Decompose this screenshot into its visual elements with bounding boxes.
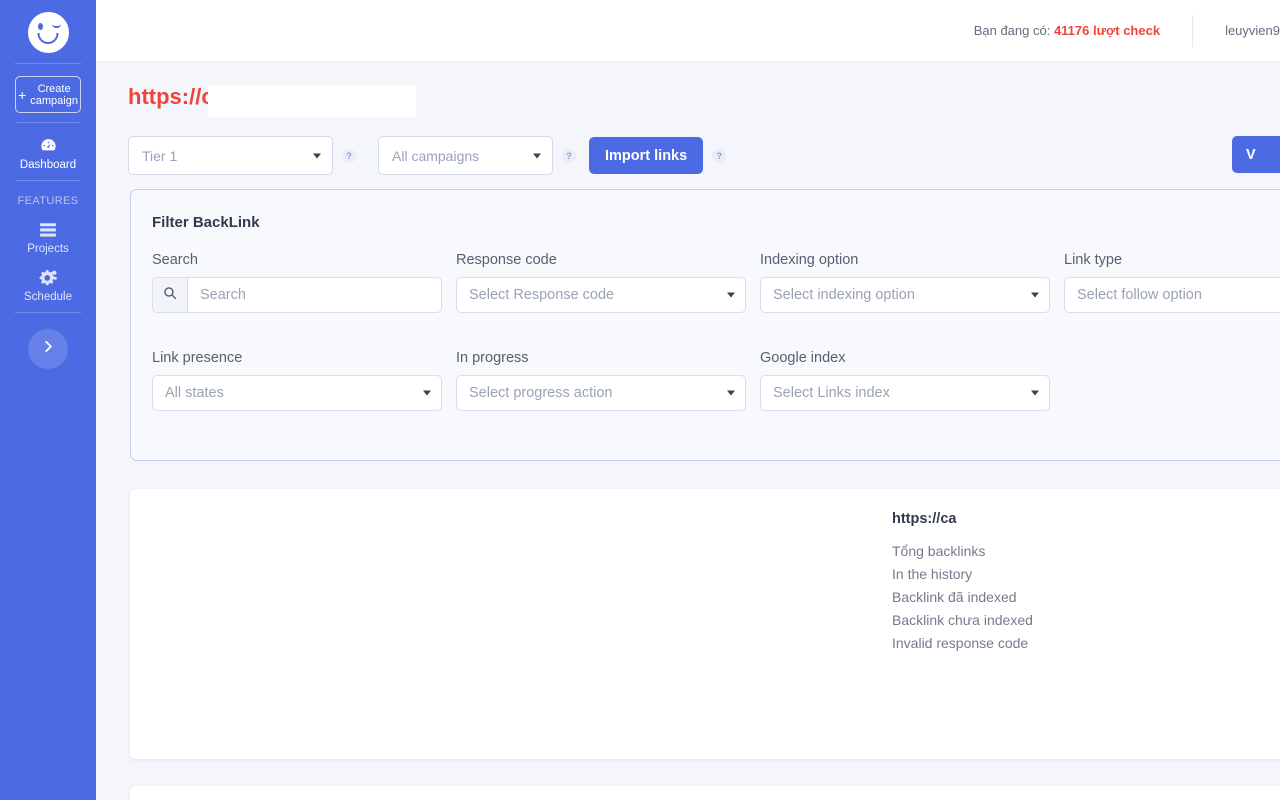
backlink-stats-card: https://ca Tổng backlinks In the history…: [130, 489, 1280, 759]
sidebar-divider-4: [15, 312, 81, 313]
create-campaign-button[interactable]: + Createcampaign: [15, 76, 81, 113]
search-icon-button[interactable]: [153, 278, 188, 312]
sidebar: + Createcampaign Dashboard FEATURES Proj…: [0, 0, 96, 800]
filter-label-in-progress: In progress: [456, 350, 746, 366]
chevron-down-icon: [727, 391, 735, 396]
filter-field-search: Search: [152, 252, 442, 313]
link-presence-select-value: All states: [165, 385, 224, 401]
create-campaign-label: Createcampaign: [30, 83, 78, 107]
sidebar-item-dashboard-label: Dashboard: [20, 159, 76, 171]
in-progress-select[interactable]: Select progress action: [456, 375, 746, 411]
search-icon: [163, 286, 177, 305]
google-index-select[interactable]: Select Links index: [760, 375, 1050, 411]
chevron-down-icon: [533, 153, 541, 158]
speedometer-icon: [39, 136, 58, 155]
app-logo[interactable]: [26, 10, 70, 54]
top-header-bar: Bạn đang có: 41176 lượt check leuyvien9: [96, 0, 1280, 62]
campaign-select-value: All campaigns: [392, 148, 479, 164]
redaction-overlay: [208, 85, 416, 117]
filter-panel-title: Filter BackLink: [152, 214, 260, 231]
chevron-down-icon: [1031, 391, 1039, 396]
indexing-option-select[interactable]: Select indexing option: [760, 277, 1050, 313]
filter-backlink-panel: Filter BackLink Search Response code: [130, 189, 1280, 461]
filter-field-indexing-option: Indexing option Select indexing option: [760, 252, 1050, 313]
filter-field-in-progress: In progress Select progress action: [456, 350, 746, 411]
stats-summary-list: https://ca Tổng backlinks In the history…: [892, 511, 1033, 655]
secondary-action-button[interactable]: V: [1232, 136, 1280, 173]
link-type-select-value: Select follow option: [1077, 287, 1202, 303]
filter-field-response-code: Response code Select Response code: [456, 252, 746, 313]
filter-label-response-code: Response code: [456, 252, 746, 268]
response-code-select-value: Select Response code: [469, 287, 614, 303]
sidebar-item-schedule[interactable]: Schedule: [0, 268, 96, 303]
logo-eye-wink: [52, 24, 61, 28]
main-content: https://c Tier 1 ? All campaigns ? Impor…: [96, 62, 1280, 800]
sidebar-divider-2: [15, 122, 81, 123]
sidebar-item-projects-label: Projects: [27, 243, 69, 255]
user-account-name[interactable]: leuyvien9: [1225, 23, 1280, 38]
filter-label-search: Search: [152, 252, 442, 268]
sidebar-item-schedule-label: Schedule: [24, 291, 72, 303]
chevron-right-icon: [43, 340, 54, 358]
sidebar-section-features: FEATURES: [17, 195, 78, 207]
logo-eye-open: [38, 23, 43, 30]
stat-row-backlink-not-indexed: Backlink chưa indexed: [892, 609, 1033, 632]
chevron-down-icon: [423, 391, 431, 396]
indexing-option-select-value: Select indexing option: [773, 287, 915, 303]
stats-url-title: https://ca: [892, 511, 1033, 527]
stat-row-invalid-response-code: Invalid response code: [892, 632, 1033, 655]
stat-row-in-the-history: In the history: [892, 563, 1033, 586]
winking-smiley-logo-icon: [28, 12, 69, 53]
plus-icon: +: [18, 88, 26, 102]
campaign-select[interactable]: All campaigns: [378, 136, 553, 175]
sidebar-item-dashboard[interactable]: Dashboard: [0, 136, 96, 171]
credit-value: 41176 lượt check: [1054, 23, 1160, 38]
tier-select-value: Tier 1: [142, 148, 177, 164]
sidebar-expand-button[interactable]: [28, 329, 68, 369]
page-toolbar: Tier 1 ? All campaigns ? Import links ?: [128, 136, 1280, 175]
google-index-select-value: Select Links index: [773, 385, 890, 401]
page-title: https://c: [128, 84, 214, 110]
sidebar-divider-3: [15, 180, 81, 181]
filter-label-link-type: Link type: [1064, 252, 1280, 268]
header-separator: [1192, 15, 1193, 47]
tier-select[interactable]: Tier 1: [128, 136, 333, 175]
filter-field-google-index: Google index Select Links index: [760, 350, 1050, 411]
chevron-down-icon: [727, 293, 735, 298]
stack-layers-icon: [39, 220, 57, 239]
stat-row-total-backlinks: Tổng backlinks: [892, 540, 1033, 563]
import-help-icon[interactable]: ?: [712, 149, 726, 163]
stat-row-backlink-indexed: Backlink đã indexed: [892, 586, 1033, 609]
filter-field-link-type: Link type Select follow option: [1064, 252, 1280, 313]
chevron-down-icon: [313, 153, 321, 158]
credit-prefix-label: Bạn đang có:: [974, 23, 1054, 38]
gears-icon: [38, 268, 58, 287]
sidebar-item-projects[interactable]: Projects: [0, 220, 96, 255]
bottom-table-card: [130, 786, 1280, 800]
filter-label-indexing-option: Indexing option: [760, 252, 1050, 268]
chevron-down-icon: [1031, 293, 1039, 298]
search-input-group: [152, 277, 442, 313]
logo-mouth: [38, 33, 59, 44]
response-code-select[interactable]: Select Response code: [456, 277, 746, 313]
campaign-help-icon[interactable]: ?: [562, 149, 576, 163]
tier-help-icon[interactable]: ?: [342, 149, 356, 163]
filter-label-google-index: Google index: [760, 350, 1050, 366]
import-links-button[interactable]: Import links: [589, 137, 703, 174]
credit-balance: Bạn đang có: 41176 lượt check: [974, 23, 1160, 38]
filter-label-link-presence: Link presence: [152, 350, 442, 366]
search-input[interactable]: [188, 278, 441, 312]
link-type-select[interactable]: Select follow option: [1064, 277, 1280, 313]
sidebar-divider-1: [15, 63, 81, 64]
link-presence-select[interactable]: All states: [152, 375, 442, 411]
filter-field-link-presence: Link presence All states: [152, 350, 442, 411]
in-progress-select-value: Select progress action: [469, 385, 612, 401]
